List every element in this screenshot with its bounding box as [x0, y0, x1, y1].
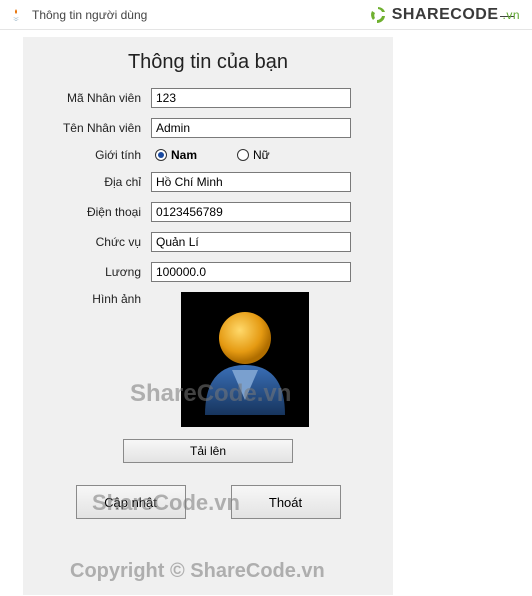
phone-field[interactable]	[151, 202, 351, 222]
label-name: Tên Nhân viên	[33, 121, 151, 135]
java-icon	[8, 7, 24, 23]
radio-female-label: Nữ	[253, 148, 270, 162]
role-field[interactable]	[151, 232, 351, 252]
exit-button[interactable]: Thoát	[231, 485, 341, 519]
name-field[interactable]	[151, 118, 351, 138]
label-role: Chức vụ	[33, 235, 151, 249]
label-id: Mã Nhân viên	[33, 91, 151, 105]
address-field[interactable]	[151, 172, 351, 192]
label-gender: Giới tính	[33, 148, 151, 162]
update-button[interactable]: Cập nhật	[76, 485, 186, 519]
radio-female[interactable]: Nữ	[237, 148, 270, 162]
salary-field[interactable]	[151, 262, 351, 282]
page-title: Thông tin của bạn	[33, 51, 383, 74]
radio-dot-icon	[155, 149, 167, 161]
user-avatar-icon	[190, 300, 300, 420]
radio-male[interactable]: Nam	[155, 148, 197, 162]
radio-dot-icon	[237, 149, 249, 161]
logo-text: SHARECODE	[392, 6, 499, 24]
window-body: Thông tin của bạn Mã Nhân viên Tên Nhân …	[22, 36, 394, 596]
recycle-icon	[368, 5, 388, 25]
window-title: Thông tin người dùng	[32, 8, 147, 22]
label-address: Địa chỉ	[33, 175, 151, 189]
radio-male-label: Nam	[171, 148, 197, 162]
sharecode-logo: SHARECODE.vn	[368, 5, 520, 25]
id-field[interactable]	[151, 88, 351, 108]
logo-suffix: .vn	[502, 8, 520, 22]
label-salary: Lương	[33, 265, 151, 279]
upload-button[interactable]: Tải lên	[123, 439, 293, 463]
label-image: Hình ảnh	[33, 292, 151, 306]
avatar	[181, 292, 309, 427]
label-phone: Điện thoại	[33, 205, 151, 219]
